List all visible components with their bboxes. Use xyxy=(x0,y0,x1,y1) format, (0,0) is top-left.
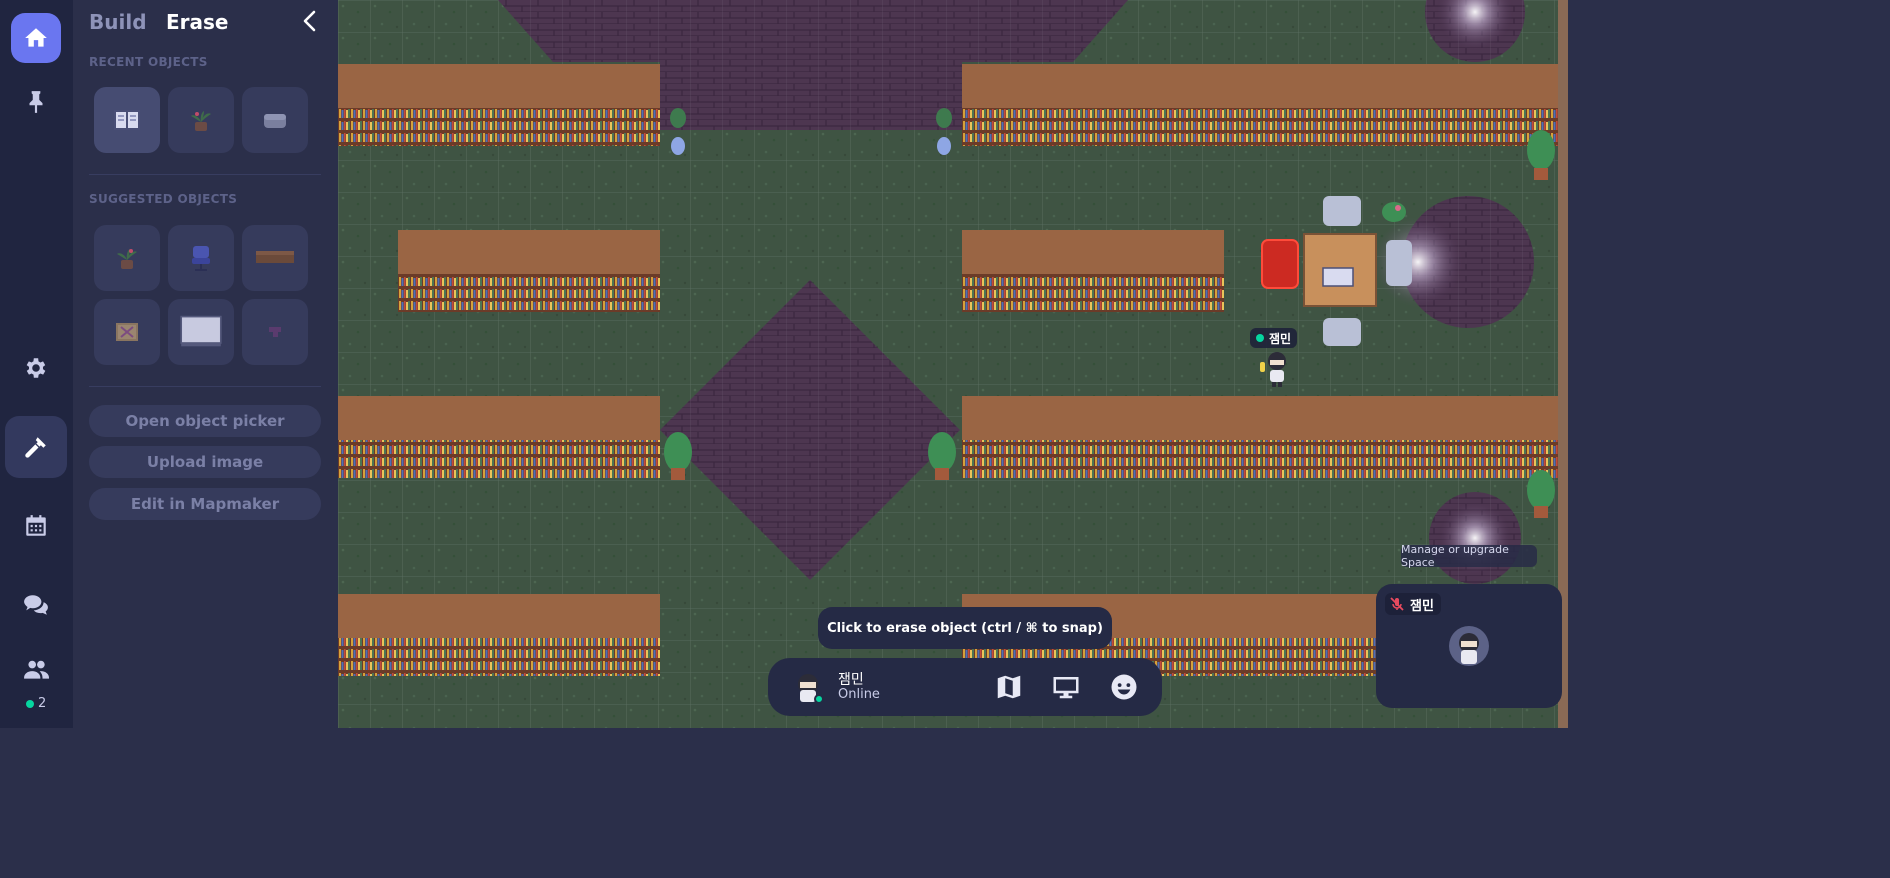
edit-in-mapmaker-button[interactable]: Edit in Mapmaker xyxy=(89,488,321,520)
people-icon xyxy=(24,660,49,679)
divider xyxy=(89,386,321,387)
player-avatar[interactable] xyxy=(1257,348,1291,388)
calendar-button[interactable] xyxy=(11,501,61,551)
grey-cushion-object-icon xyxy=(264,114,286,128)
suggested-object-desk[interactable] xyxy=(242,225,308,291)
erase-hint-toast: Click to erase object (ctrl / ⌘ to snap) xyxy=(818,607,1112,649)
suggested-objects-title: SUGGESTED OBJECTS xyxy=(89,192,238,206)
hammer-icon xyxy=(25,437,46,458)
video-tile-avatar xyxy=(1449,626,1489,666)
map-button[interactable] xyxy=(994,672,1024,702)
player-status-dot xyxy=(1256,334,1264,342)
mic-muted-icon xyxy=(1390,597,1404,611)
suggested-object-plant[interactable] xyxy=(94,225,160,291)
pin-button[interactable] xyxy=(11,77,61,127)
video-tile-name: 잼민 xyxy=(1410,598,1434,614)
open-object-picker-button[interactable]: Open object picker xyxy=(89,405,321,437)
chat-bubbles-icon xyxy=(24,595,48,615)
self-video-tile[interactable]: 잼민 xyxy=(1376,584,1562,708)
recent-objects-title: RECENT OBJECTS xyxy=(89,55,208,69)
chevron-left-icon xyxy=(303,10,316,32)
recent-object-cushion[interactable] xyxy=(242,87,308,153)
collapse-panel-button[interactable] xyxy=(299,9,321,33)
tab-erase[interactable]: Erase xyxy=(166,10,229,34)
book-object-icon xyxy=(114,110,140,130)
my-status-dot xyxy=(814,694,824,704)
left-rail: 2 xyxy=(0,0,73,728)
my-name: 잼민 xyxy=(838,672,864,688)
divider xyxy=(89,174,321,175)
gear-icon xyxy=(26,358,46,378)
online-count: 2 xyxy=(26,696,46,711)
tab-build[interactable]: Build xyxy=(89,10,147,34)
player-avatar-icon xyxy=(1260,352,1286,387)
pin-icon xyxy=(29,91,43,113)
online-dot xyxy=(26,699,34,708)
suggested-object-rug[interactable] xyxy=(94,299,160,365)
home-button[interactable] xyxy=(11,13,61,63)
whiteboard-object-icon xyxy=(180,315,222,347)
wooden-desk-object-icon xyxy=(256,251,294,263)
emoji-icon xyxy=(1111,674,1137,700)
screen-share-button[interactable] xyxy=(1051,672,1081,702)
video-tile-avatar-icon xyxy=(1459,633,1479,664)
my-status: Online xyxy=(838,687,880,702)
people-button[interactable] xyxy=(11,645,61,695)
suggested-object-office-chair[interactable] xyxy=(168,225,234,291)
home-icon xyxy=(25,28,47,47)
blue-office-chair-object-icon xyxy=(192,246,210,271)
recent-object-book[interactable] xyxy=(94,87,160,153)
suggested-object-tetris-block[interactable] xyxy=(242,299,308,365)
tetris-block-object-icon xyxy=(269,327,281,337)
potted-plant-object-icon xyxy=(191,111,211,131)
patterned-rug-object-icon xyxy=(116,323,138,341)
calendar-icon xyxy=(26,515,46,536)
bottom-bar: 잼민 Online xyxy=(768,658,1162,716)
build-panel: Build Erase RECENT OBJECTS SUGGESTED OBJ… xyxy=(73,0,338,728)
suggested-object-whiteboard[interactable] xyxy=(168,299,234,365)
potted-plant-object-icon xyxy=(117,249,137,269)
upload-image-button[interactable]: Upload image xyxy=(89,446,321,478)
online-count-value: 2 xyxy=(38,696,47,711)
screen-share-icon xyxy=(1053,677,1079,699)
map-icon xyxy=(997,675,1021,699)
video-tile-label: 잼민 xyxy=(1385,593,1441,615)
settings-button[interactable] xyxy=(11,343,61,393)
emoji-button[interactable] xyxy=(1109,672,1139,702)
build-tool-button[interactable] xyxy=(5,416,67,478)
player-name: 잼민 xyxy=(1269,331,1292,346)
chat-button[interactable] xyxy=(11,580,61,630)
manage-space-tooltip: Manage or upgrade Space xyxy=(1401,543,1537,569)
player-name-label: 잼민 xyxy=(1250,328,1298,348)
recent-object-plant[interactable] xyxy=(168,87,234,153)
